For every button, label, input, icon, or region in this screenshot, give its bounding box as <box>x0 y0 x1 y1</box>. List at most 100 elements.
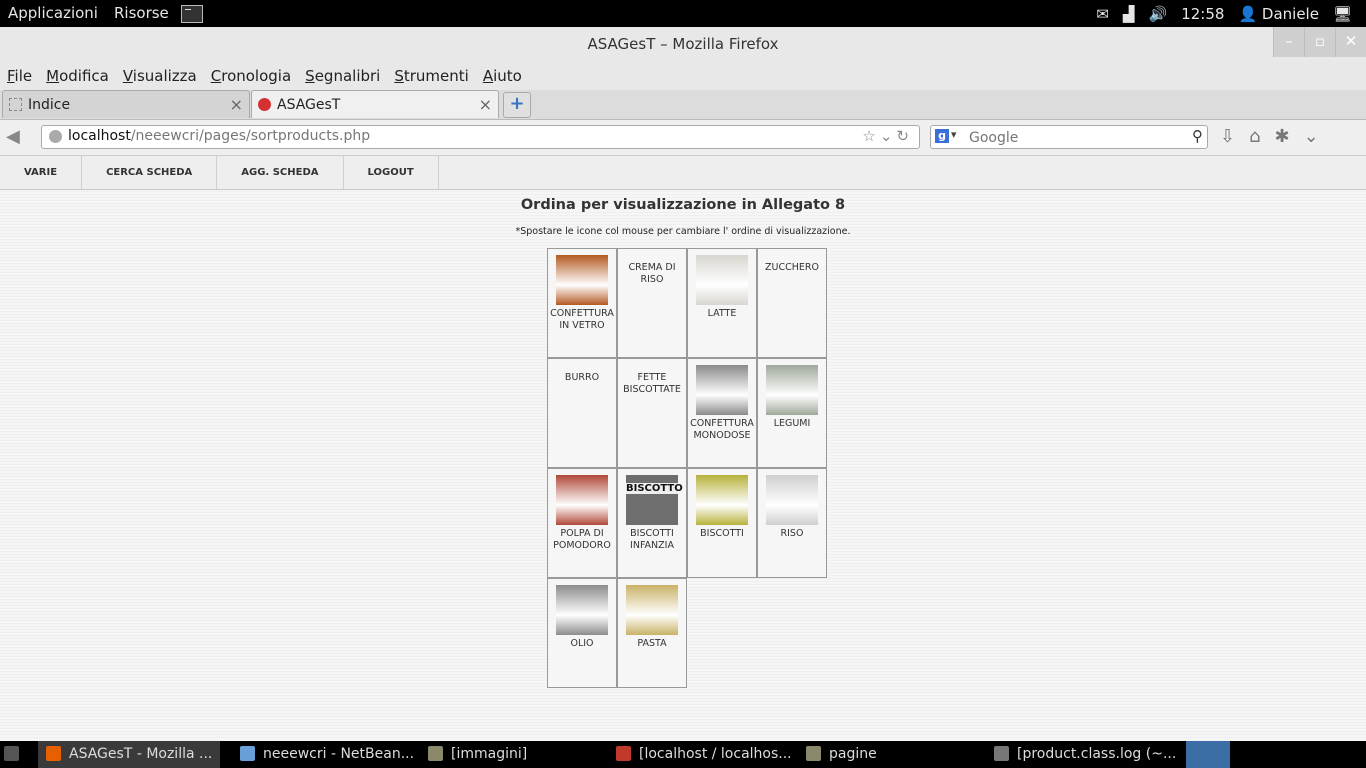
user-menu[interactable]: 👤 Daniele <box>1238 5 1319 23</box>
close-tab-icon[interactable]: × <box>479 91 492 119</box>
desktop-icon <box>4 746 19 761</box>
close-window-button[interactable]: ✕ <box>1335 27 1366 57</box>
menu-logout[interactable]: LOGOUT <box>344 156 439 189</box>
taskbar-label: ASAGesT - Mozilla ... <box>69 746 213 762</box>
menu-visualizza[interactable]: Visualizza <box>116 67 204 85</box>
taskbar-window-button[interactable]: [product.class.log (~... <box>986 741 1184 768</box>
places-menu[interactable]: Risorse <box>106 0 177 27</box>
product-name: FETTE BISCOTTATE <box>623 372 681 395</box>
product-tile[interactable]: PASTA <box>617 578 687 688</box>
product-name: CONFETTURA MONODOSE <box>690 418 754 441</box>
navigation-bar: ◀ localhost/neeewcri/pages/sortproducts.… <box>0 120 1366 156</box>
product-tile[interactable]: FETTE BISCOTTATE <box>617 358 687 468</box>
signal-icon[interactable]: ▟ <box>1123 5 1135 23</box>
chevron-down-icon[interactable]: ⌄ <box>1304 126 1319 147</box>
window-titlebar: ASAGesT – Mozilla Firefox – ▫ ✕ <box>0 27 1366 62</box>
taskbar-window-button[interactable]: [localhost / localhos... <box>608 741 800 768</box>
product-name: BISCOTTI <box>700 528 744 539</box>
user-icon: 👤 <box>1238 4 1258 23</box>
product-tile[interactable]: BISCOTTO BISCOTTI INFANZIA <box>617 468 687 578</box>
product-tile[interactable]: BISCOTTI <box>687 468 757 578</box>
page-content: Ordina per visualizzazione in Allegato 8… <box>0 190 1366 740</box>
gnome-top-panel: Applicazioni Risorse ✉ ▟ 🔊 12:58 👤 Danie… <box>0 0 1366 27</box>
menu-agg-scheda[interactable]: AGG. SCHEDA <box>217 156 344 189</box>
display-icon[interactable]: 🖥 <box>1333 5 1352 23</box>
product-name: LEGUMI <box>773 418 811 429</box>
search-icon[interactable]: ⚲ <box>1192 127 1203 145</box>
back-icon[interactable]: ◀ <box>6 126 20 147</box>
search-input[interactable] <box>967 128 1171 148</box>
product-tile[interactable]: LEGUMI <box>757 358 827 468</box>
product-image <box>556 255 608 305</box>
url-text[interactable]: localhost/neeewcri/pages/sortproducts.ph… <box>68 128 370 144</box>
product-tile[interactable]: POLPA DI POMODORO <box>547 468 617 578</box>
search-box[interactable]: g ▾ ⚲ <box>930 125 1208 149</box>
new-tab-button[interactable]: + <box>503 92 531 118</box>
menu-segnalibri[interactable]: Segnalibri <box>298 67 387 85</box>
site-menu: VARIE CERCA SCHEDA AGG. SCHEDA LOGOUT <box>0 156 1366 190</box>
product-tile[interactable]: CONFETTURA MONODOSE <box>687 358 757 468</box>
volume-icon[interactable]: 🔊 <box>1149 5 1168 23</box>
product-tile[interactable]: ZUCCHERO <box>757 248 827 358</box>
app-icon <box>994 746 1009 761</box>
menu-cronologia[interactable]: Cronologia <box>204 67 298 85</box>
addon-icon[interactable]: ✱ <box>1275 126 1290 147</box>
product-tile[interactable]: BURRO <box>547 358 617 468</box>
product-name: BISCOTTI INFANZIA <box>630 528 674 551</box>
google-engine-icon[interactable]: g <box>935 129 949 143</box>
taskbar-label: [immagini] <box>451 746 528 762</box>
menu-file[interactable]: File <box>0 67 39 85</box>
home-icon[interactable]: ⌂ <box>1249 126 1260 147</box>
menu-cerca-scheda[interactable]: CERCA SCHEDA <box>82 156 218 189</box>
globe-icon[interactable] <box>49 130 62 143</box>
product-name: PASTA <box>637 638 667 649</box>
taskbar-window-button[interactable]: [immagini] <box>420 741 535 768</box>
product-tile[interactable]: RISO <box>757 468 827 578</box>
product-tile[interactable]: LATTE <box>687 248 757 358</box>
show-desktop-icon[interactable] <box>4 741 19 768</box>
downloads-icon[interactable]: ⇩ <box>1220 126 1235 147</box>
tab-asagest[interactable]: ASAGesT × <box>251 90 499 118</box>
product-tile[interactable]: CONFETTURA IN VETRO <box>547 248 617 358</box>
product-tile[interactable]: OLIO <box>547 578 617 688</box>
product-name: BURRO <box>564 372 600 383</box>
product-image <box>696 365 748 415</box>
app-icon <box>616 746 631 761</box>
taskbar-window-button[interactable]: pagine <box>798 741 885 768</box>
app-icon <box>428 746 443 761</box>
url-bar[interactable]: localhost/neeewcri/pages/sortproducts.ph… <box>41 125 920 149</box>
product-name: OLIO <box>570 638 594 649</box>
product-tile[interactable]: CREMA DI RISO <box>617 248 687 358</box>
taskbar-label: neeewcri - NetBean... <box>263 746 415 762</box>
blank-page-icon <box>9 98 22 111</box>
window-list-taskbar: ASAGesT - Mozilla ... neeewcri - NetBean.… <box>0 741 1366 768</box>
tab-label: Indice <box>28 97 71 113</box>
clock[interactable]: 12:58 <box>1181 5 1224 23</box>
menu-aiuto[interactable]: Aiuto <box>476 67 529 85</box>
taskbar-label: pagine <box>829 746 877 762</box>
bookmark-star-icon[interactable]: ☆ <box>862 127 879 145</box>
tab-label: ASAGesT <box>277 97 341 113</box>
reload-icon[interactable]: ↻ <box>896 127 913 145</box>
menu-strumenti[interactable]: Strumenti <box>387 67 475 85</box>
applications-menu[interactable]: Applicazioni <box>0 0 106 27</box>
history-dropdown-icon[interactable]: ⌄ <box>880 127 897 145</box>
mail-icon[interactable]: ✉ <box>1096 5 1109 23</box>
product-name: ZUCCHERO <box>765 262 819 273</box>
maximize-button[interactable]: ▫ <box>1304 27 1335 57</box>
minimize-button[interactable]: – <box>1273 27 1304 57</box>
terminal-icon[interactable] <box>180 4 203 23</box>
menu-modifica[interactable]: Modifica <box>39 67 116 85</box>
tab-indice[interactable]: Indice × <box>2 90 250 118</box>
product-name: LATTE <box>707 308 737 319</box>
taskbar-label: [localhost / localhos... <box>639 746 792 762</box>
menu-varie[interactable]: VARIE <box>0 156 83 189</box>
taskbar-window-button[interactable]: neeewcri - NetBean... <box>232 741 422 768</box>
product-image-text: BISCOTTO <box>626 483 683 494</box>
firefox-launcher-icon[interactable] <box>1186 741 1230 768</box>
taskbar-window-button[interactable]: ASAGesT - Mozilla ... <box>38 741 221 768</box>
chevron-down-icon[interactable]: ▾ <box>951 128 957 141</box>
close-tab-icon[interactable]: × <box>230 91 243 119</box>
product-name: RISO <box>780 528 804 539</box>
window-title: ASAGesT – Mozilla Firefox <box>587 35 779 53</box>
